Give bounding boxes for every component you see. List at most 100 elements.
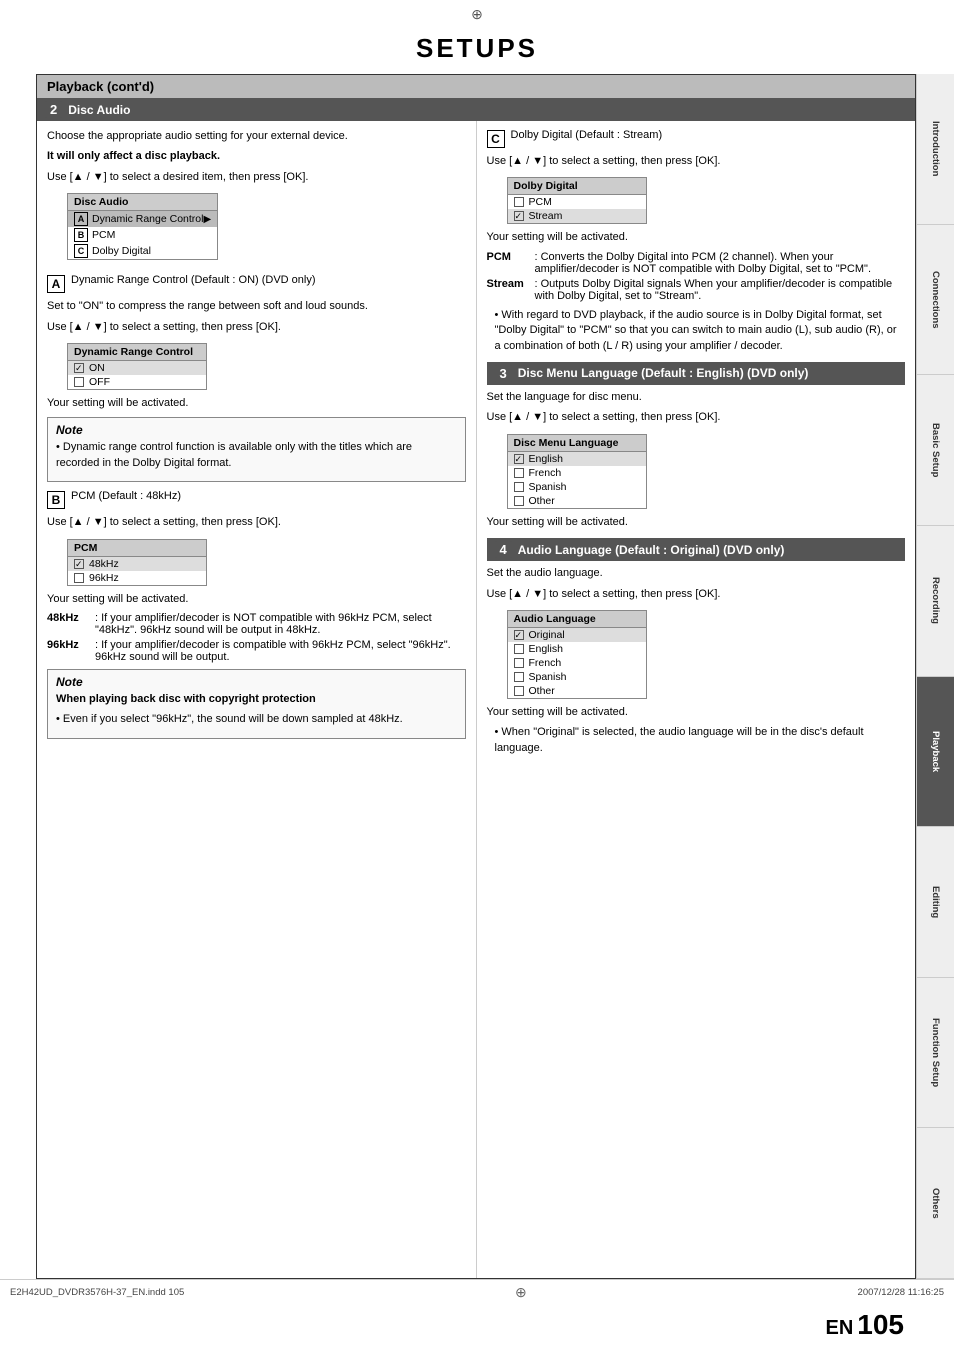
sidebar-tab-recording[interactable]: Recording bbox=[917, 526, 954, 677]
badge-b: B bbox=[47, 491, 65, 509]
sidebar-tab-connections[interactable]: Connections bbox=[917, 225, 954, 376]
right-column: C Dolby Digital (Default : Stream) Use [… bbox=[477, 121, 916, 1278]
desc-stream-text: : Outputs Dolby Digital signals When you… bbox=[535, 278, 906, 302]
audio-lang-original-cb bbox=[514, 630, 524, 640]
disc-lang-other-cb bbox=[514, 496, 524, 506]
sidebar-tab-function-setup[interactable]: Function Setup bbox=[917, 978, 954, 1129]
disc-lang-other-label: Other bbox=[529, 495, 555, 507]
dolby-item-stream: Stream bbox=[508, 209, 646, 223]
audio-lang-other-cb bbox=[514, 686, 524, 696]
bottom-bar: E2H42UD_DVDR3576H-37_EN.indd 105 ⊕ 2007/… bbox=[0, 1279, 954, 1305]
section3-activated: Your setting will be activated. bbox=[487, 515, 906, 530]
sidebar-tab-playback[interactable]: Playback bbox=[917, 677, 954, 828]
disc-audio-title: Disc Audio bbox=[68, 194, 217, 211]
disc-lang-spanish-cb bbox=[514, 482, 524, 492]
subA-activated: Your setting will be activated. bbox=[47, 396, 466, 411]
pcm-96-checkbox bbox=[74, 573, 84, 583]
disc-lang-spanish-label: Spanish bbox=[529, 481, 567, 493]
disc-letter-a: A bbox=[74, 212, 88, 226]
drc-off-label: OFF bbox=[89, 376, 110, 388]
note-b-bold: When playing back disc with copyright pr… bbox=[56, 692, 457, 707]
note-a-title: Note bbox=[56, 423, 457, 437]
sidebar-tab-introduction[interactable]: Introduction bbox=[917, 74, 954, 225]
audio-lang-french: French bbox=[508, 656, 646, 670]
sectionC-activated: Your setting will be activated. bbox=[487, 230, 906, 245]
audio-lang-original: Original bbox=[508, 628, 646, 642]
disc-audio-row-a: A Dynamic Range Control ▶ bbox=[68, 211, 217, 227]
audio-lang-original-label: Original bbox=[529, 629, 565, 641]
disc-audio-row-b: B PCM bbox=[68, 227, 217, 243]
audio-lang-english: English bbox=[508, 642, 646, 656]
section2-title: Disc Audio bbox=[68, 103, 130, 117]
desc-48khz-text: : If your amplifier/decoder is NOT compa… bbox=[95, 612, 466, 636]
disc-letter-b: B bbox=[74, 228, 88, 242]
sectionC-instruction: Use [▲ / ▼] to select a setting, then pr… bbox=[487, 154, 906, 169]
playback-title: Playback (cont'd) bbox=[47, 79, 154, 94]
bottom-right-date: 2007/12/28 11:16:25 bbox=[858, 1287, 944, 1298]
note-b: Note When playing back disc with copyrig… bbox=[47, 669, 466, 739]
section4-activated: Your setting will be activated. bbox=[487, 705, 906, 720]
audio-lang-french-label: French bbox=[529, 657, 562, 669]
sidebar-tab-editing[interactable]: Editing bbox=[917, 827, 954, 978]
pcm-48-checkbox bbox=[74, 559, 84, 569]
sidebar-tab-others[interactable]: Others bbox=[917, 1128, 954, 1279]
disc-lang-other: Other bbox=[508, 494, 646, 508]
section3-title: Disc Menu Language (Default : English) (… bbox=[518, 366, 809, 380]
section4-intro: Set the audio language. bbox=[487, 566, 906, 581]
section2-note1: It will only affect a disc playback. bbox=[47, 149, 466, 164]
badge-c: C bbox=[487, 130, 505, 148]
disc-lang-english: English bbox=[508, 452, 646, 466]
audio-lang-title: Audio Language bbox=[508, 611, 646, 628]
note-b-title: Note bbox=[56, 675, 457, 689]
pcm-96-label: 96kHz bbox=[89, 572, 119, 584]
section4-bullet: • When "Original" is selected, the audio… bbox=[495, 725, 906, 756]
content-wrapper: Playback (cont'd) 2 Disc Audio Choose th… bbox=[36, 74, 916, 1279]
audio-lang-spanish-label: Spanish bbox=[529, 671, 567, 683]
note-a-text: • Dynamic range control function is avai… bbox=[56, 440, 457, 471]
drc-item-off: OFF bbox=[68, 375, 206, 389]
subB-instruction: Use [▲ / ▼] to select a setting, then pr… bbox=[47, 515, 466, 530]
left-column: Choose the appropriate audio setting for… bbox=[37, 121, 477, 1278]
subB-label: PCM (Default : 48kHz) bbox=[71, 490, 181, 502]
desc-96khz-label: 96kHz bbox=[47, 639, 95, 663]
drc-off-checkbox bbox=[74, 377, 84, 387]
sidebar-tab-basic-setup[interactable]: Basic Setup bbox=[917, 375, 954, 526]
sectionC-label: Dolby Digital (Default : Stream) bbox=[511, 129, 663, 141]
sub-section-c: C Dolby Digital (Default : Stream) bbox=[487, 129, 906, 148]
page: ⊕ SETUPS Playback (cont'd) 2 Disc Audio … bbox=[0, 0, 954, 1351]
section4-title: Audio Language (Default : Original) (DVD… bbox=[518, 543, 785, 557]
sub-section-b: B PCM (Default : 48kHz) bbox=[47, 490, 466, 509]
disc-letter-c: C bbox=[74, 244, 88, 258]
desc-96khz: 96kHz : If your amplifier/decoder is com… bbox=[47, 639, 466, 663]
subB-activated: Your setting will be activated. bbox=[47, 592, 466, 607]
audio-lang-spanish-cb bbox=[514, 672, 524, 682]
arrow-right: ▶ bbox=[203, 214, 211, 225]
sub-section-a: A Dynamic Range Control (Default : ON) (… bbox=[47, 274, 466, 293]
disc-lang-french: French bbox=[508, 466, 646, 480]
audio-lang-english-label: English bbox=[529, 643, 563, 655]
audio-lang-other-label: Other bbox=[529, 685, 555, 697]
pcm-menu-title: PCM bbox=[68, 540, 206, 557]
badge-a: A bbox=[47, 275, 65, 293]
audio-lang-other: Other bbox=[508, 684, 646, 698]
sectionC-bullet: • With regard to DVD playback, if the au… bbox=[495, 308, 906, 354]
page-number: 105 bbox=[857, 1309, 904, 1341]
bottom-right: 2007/12/28 11:16:25 bbox=[858, 1287, 944, 1298]
section3-instruction: Use [▲ / ▼] to select a setting, then pr… bbox=[487, 410, 906, 425]
page-title-bar: SETUPS bbox=[0, 25, 954, 74]
desc-48khz-label: 48kHz bbox=[47, 612, 95, 636]
disc-lang-menu: Disc Menu Language English French Spanis… bbox=[507, 434, 647, 509]
drc-menu: Dynamic Range Control ON OFF bbox=[67, 343, 207, 390]
two-col-layout: Choose the appropriate audio setting for… bbox=[37, 121, 915, 1278]
dolby-stream-checkbox bbox=[514, 211, 524, 221]
disc-item-b: PCM bbox=[92, 229, 115, 241]
disc-lang-french-label: French bbox=[529, 467, 562, 479]
pcm-48-label: 48kHz bbox=[89, 558, 119, 570]
disc-lang-french-cb bbox=[514, 468, 524, 478]
drc-item-on: ON bbox=[68, 361, 206, 375]
section2-instruction: Use [▲ / ▼] to select a desired item, th… bbox=[47, 170, 466, 185]
desc-pcm: PCM : Converts the Dolby Digital into PC… bbox=[487, 251, 906, 275]
dolby-item-pcm: PCM bbox=[508, 195, 646, 209]
dolby-stream-label: Stream bbox=[529, 210, 563, 222]
playback-header: Playback (cont'd) bbox=[37, 75, 915, 98]
